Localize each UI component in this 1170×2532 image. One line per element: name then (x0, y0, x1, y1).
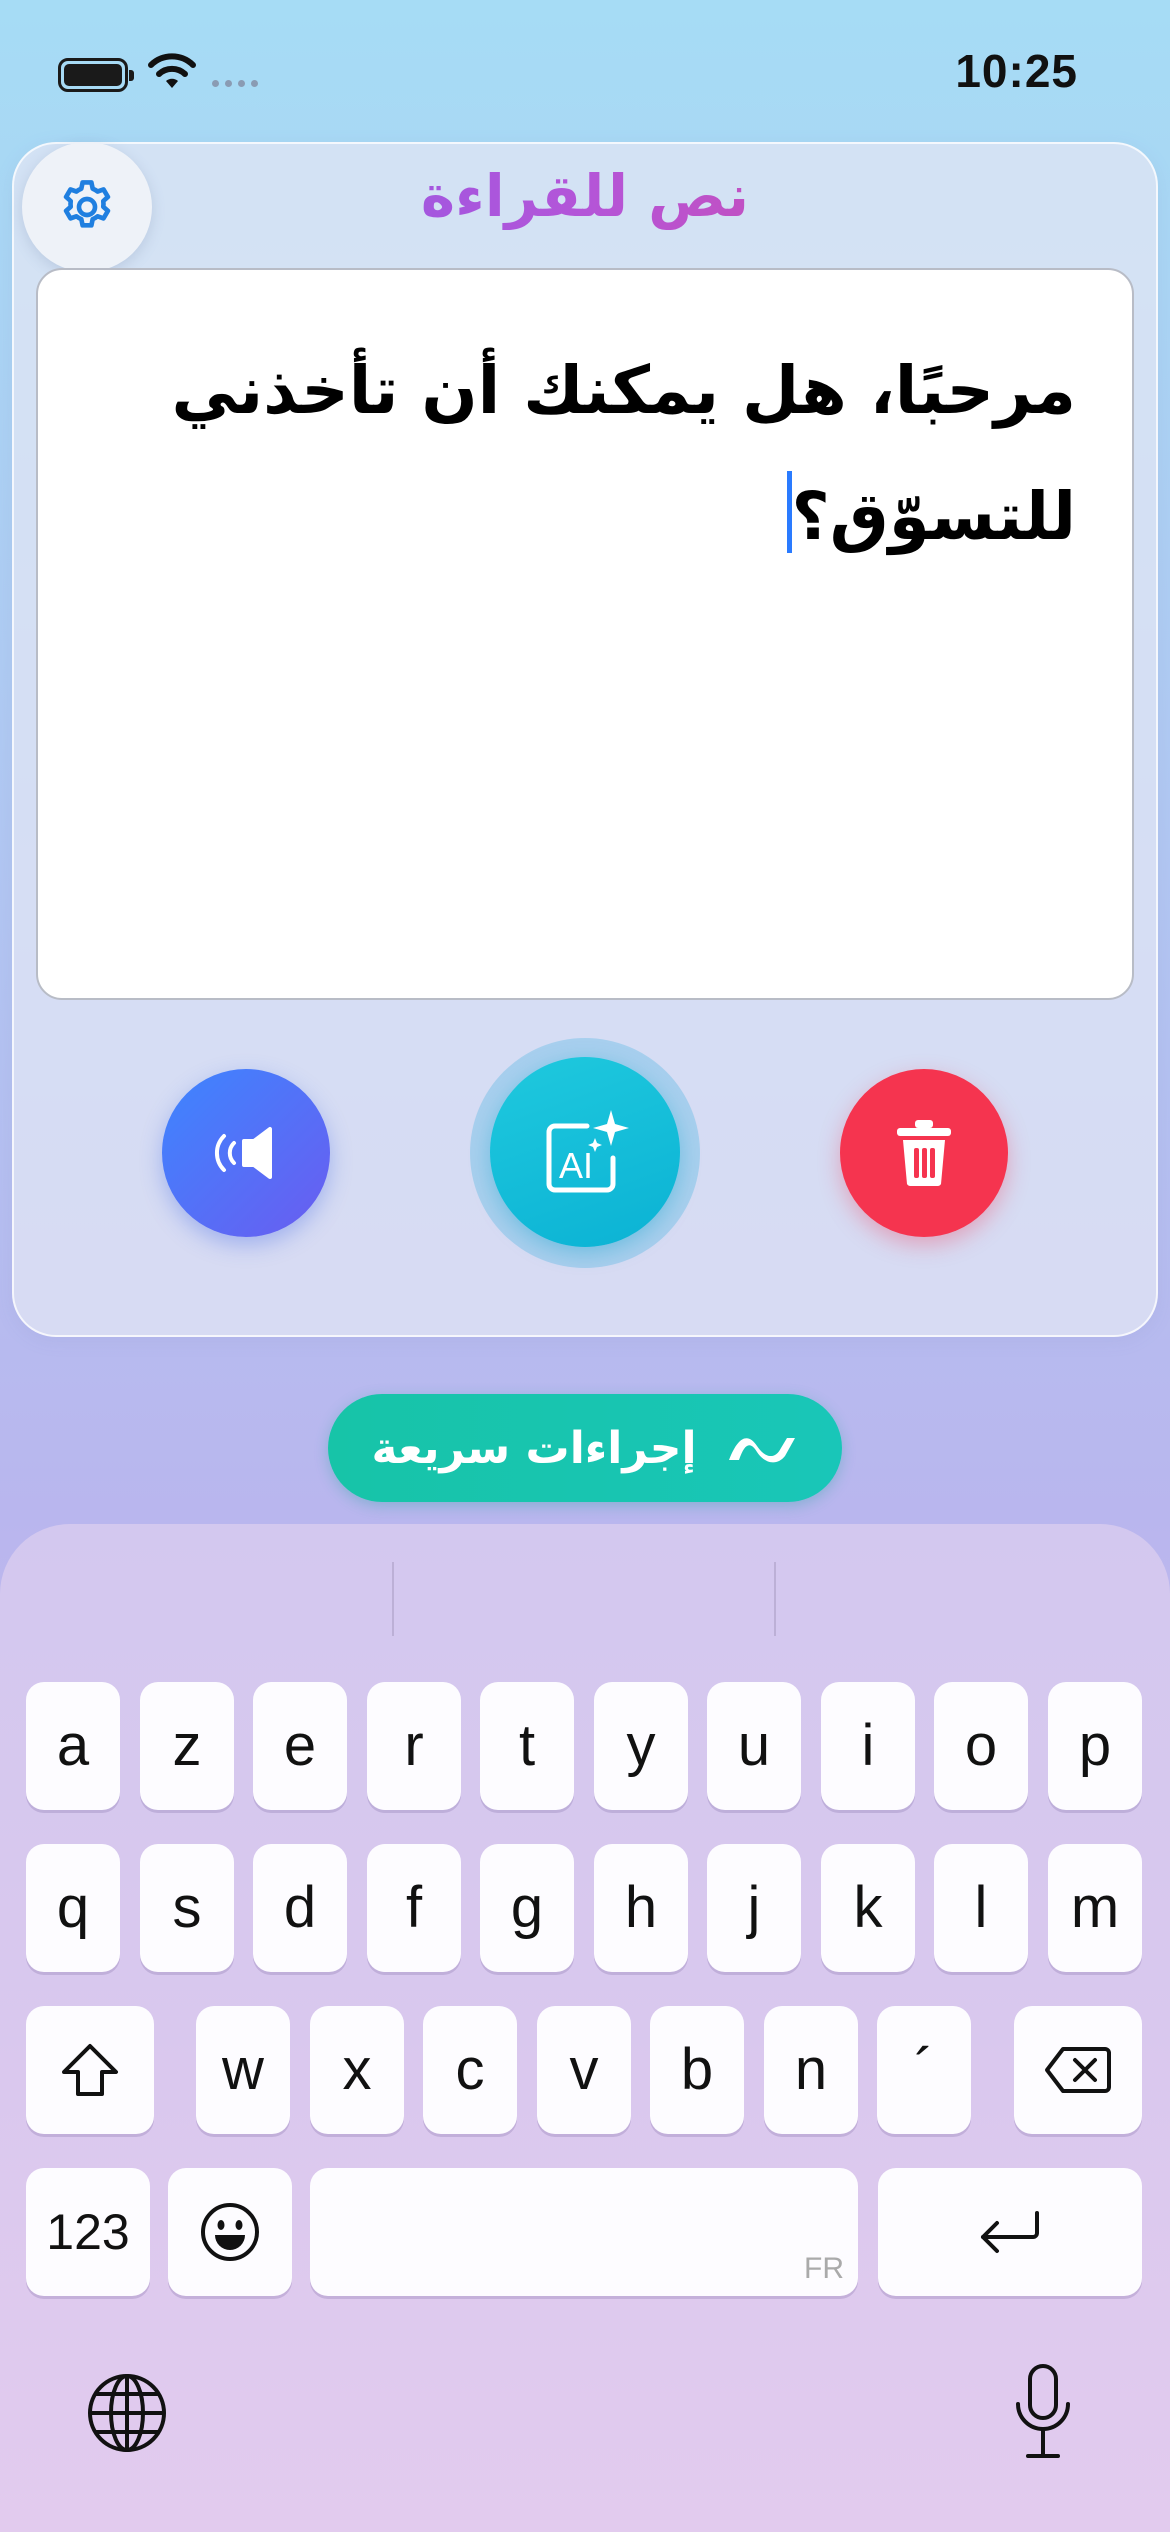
key-v[interactable]: v (537, 2006, 631, 2134)
wave-icon (728, 1438, 795, 1463)
emoji-key[interactable] (168, 2168, 292, 2296)
key-n[interactable]: n (764, 2006, 858, 2134)
svg-text:AI: AI (559, 1145, 593, 1186)
return-key[interactable] (878, 2168, 1142, 2296)
globe-icon[interactable] (86, 2372, 168, 2454)
key-q[interactable]: q (26, 1844, 120, 1972)
key-r[interactable]: r (367, 1682, 461, 1810)
status-bar: 10:25 (0, 0, 1170, 140)
key-s[interactable]: s (140, 1844, 234, 1972)
key-o[interactable]: o (934, 1682, 1028, 1810)
key-d[interactable]: d (253, 1844, 347, 1972)
key-x[interactable]: x (310, 2006, 404, 2134)
backspace-key[interactable] (1014, 2006, 1142, 2134)
suggestion-divider (392, 1562, 394, 1636)
card-title: نص للقراءة (0, 162, 1170, 230)
wifi-icon (148, 53, 196, 88)
return-icon (981, 2211, 1039, 2253)
space-language-tag: FR (804, 2252, 844, 2285)
speak-button[interactable] (162, 1069, 330, 1237)
text-content: مرحبًا، هل يمكنك أن تأخذني للتسوّق؟ (94, 328, 1076, 580)
shift-key[interactable] (26, 2006, 154, 2134)
key-y[interactable]: y (594, 1682, 688, 1810)
key-t[interactable]: t (480, 1682, 574, 1810)
quick-actions-label: إجراءات سريعة (371, 1422, 697, 1474)
delete-button[interactable] (840, 1069, 1008, 1237)
emoji-icon (201, 2203, 259, 2261)
speaker-icon (214, 1127, 272, 1179)
microphone-icon[interactable] (1010, 2362, 1076, 2462)
text-input-area[interactable]: مرحبًا، هل يمكنك أن تأخذني للتسوّق؟ (36, 268, 1134, 1000)
battery-icon (58, 58, 134, 92)
key-m[interactable]: m (1048, 1844, 1142, 1972)
key-w[interactable]: w (196, 2006, 290, 2134)
key-g[interactable]: g (480, 1844, 574, 1972)
key-b[interactable]: b (650, 2006, 744, 2134)
key-l[interactable]: l (934, 1844, 1028, 1972)
key-j[interactable]: j (707, 1844, 801, 1972)
key-p[interactable]: p (1048, 1682, 1142, 1810)
key-u[interactable]: u (707, 1682, 801, 1810)
numbers-key[interactable]: 123 (26, 2168, 150, 2296)
trash-icon (897, 1120, 951, 1187)
key-i[interactable]: i (821, 1682, 915, 1810)
key-f[interactable]: f (367, 1844, 461, 1972)
key-accent[interactable]: ´ (877, 2006, 971, 2134)
space-key[interactable]: FR (310, 2168, 858, 2296)
key-h[interactable]: h (594, 1844, 688, 1972)
backspace-icon (1045, 2047, 1111, 2093)
text-line-1: مرحبًا، هل يمكنك أن تأخذني (171, 352, 1076, 429)
key-a[interactable]: a (26, 1682, 120, 1810)
ai-sparkle-icon: AI (546, 1110, 629, 1193)
ai-button[interactable]: AI (490, 1057, 680, 1247)
shift-icon (62, 2044, 118, 2096)
key-e[interactable]: e (253, 1682, 347, 1810)
key-c[interactable]: c (423, 2006, 517, 2134)
key-z[interactable]: z (140, 1682, 234, 1810)
signal-dots-icon (212, 80, 258, 87)
quick-actions-button[interactable]: إجراءات سريعة (328, 1394, 842, 1502)
text-line-2: للتسوّق؟ (791, 478, 1077, 555)
status-time: 10:25 (955, 45, 1078, 97)
key-k[interactable]: k (821, 1844, 915, 1972)
suggestion-divider (774, 1562, 776, 1636)
